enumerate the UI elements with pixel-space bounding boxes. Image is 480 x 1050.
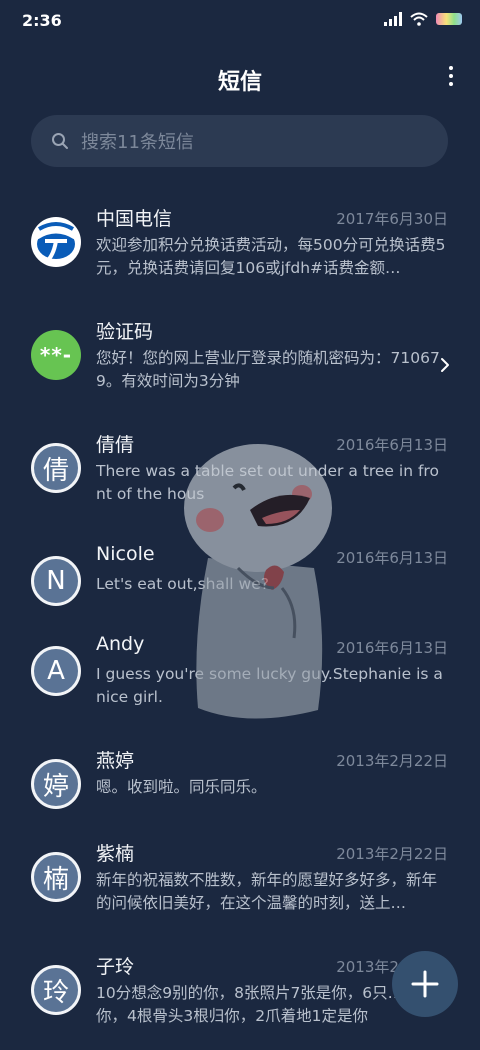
header: 短信	[0, 56, 480, 100]
message-date: 2016年6月13日	[336, 436, 448, 454]
avatar: 楠	[31, 852, 81, 902]
message-preview: 新年的祝福数不胜数，新年的愿望好多好多，新年的问候依旧美好，在这个温馨的时刻，送…	[96, 871, 438, 912]
signal-icon	[384, 12, 402, 26]
sender-name: 倩倩	[96, 434, 135, 456]
sender-name: 验证码	[96, 321, 154, 343]
more-vertical-icon	[449, 66, 453, 70]
search-icon	[52, 133, 68, 149]
verification-code-avatar: **-	[31, 330, 81, 380]
message-item-zinan[interactable]: 楠 紫楠 2013年2月22日 新年的祝福数不胜数，新年的愿望好多好多，新年的问…	[0, 831, 480, 937]
sender-name: Nicole	[96, 543, 155, 565]
sender-name: Andy	[96, 633, 145, 655]
status-bar: 2:36	[0, 0, 480, 44]
sender-name: 中国电信	[96, 208, 173, 230]
wifi-icon	[410, 12, 428, 26]
message-date: 2016年6月13日	[336, 549, 448, 567]
page-title: 短信	[217, 70, 262, 95]
message-date: 2013年2月22日	[336, 845, 448, 863]
sender-name: 子玲	[96, 956, 135, 978]
message-preview: 欢迎参加积分兑换话费活动，每500分可兑换话费5元，兑换话费请回复106或jfd…	[96, 236, 446, 277]
message-date: 2017年6月30日	[336, 210, 448, 228]
message-date: 2016年6月13日	[336, 639, 448, 657]
sender-name: 紫楠	[96, 843, 135, 865]
sender-name: 燕婷	[96, 750, 135, 772]
status-icons	[384, 12, 462, 26]
plus-icon	[411, 970, 439, 998]
search-input[interactable]	[79, 115, 423, 169]
china-telecom-logo-icon	[31, 217, 81, 267]
message-item-verification[interactable]: **- 验证码 您好！您的网上营业厅登录的随机密码为：710679。有效时间为3…	[0, 309, 480, 415]
cartoon-sticker-icon	[184, 444, 332, 719]
battery-icon	[436, 13, 462, 25]
avatar: N	[31, 556, 81, 606]
message-item-china-telecom[interactable]: 中国电信 2017年6月30日 欢迎参加积分兑换话费活动，每500分可兑换话费5…	[0, 196, 480, 302]
new-message-button[interactable]	[392, 951, 458, 1017]
status-time: 2:36	[22, 11, 62, 30]
avatar: 婷	[31, 759, 81, 809]
search-bar[interactable]	[31, 115, 448, 169]
message-preview: 嗯。收到啦。同乐同乐。	[96, 778, 267, 796]
avatar: 玲	[31, 965, 81, 1015]
chevron-right-icon[interactable]	[440, 357, 450, 373]
avatar: A	[31, 646, 81, 696]
message-item-yanting[interactable]: 婷 燕婷 2013年2月22日 嗯。收到啦。同乐同乐。	[0, 738, 480, 844]
avatar: 倩	[31, 443, 81, 493]
message-date: 2013年2月22日	[336, 752, 448, 770]
message-preview: 您好！您的网上营业厅登录的随机密码为：710679。有效时间为3分钟	[96, 349, 440, 390]
more-options-button[interactable]	[446, 66, 456, 90]
